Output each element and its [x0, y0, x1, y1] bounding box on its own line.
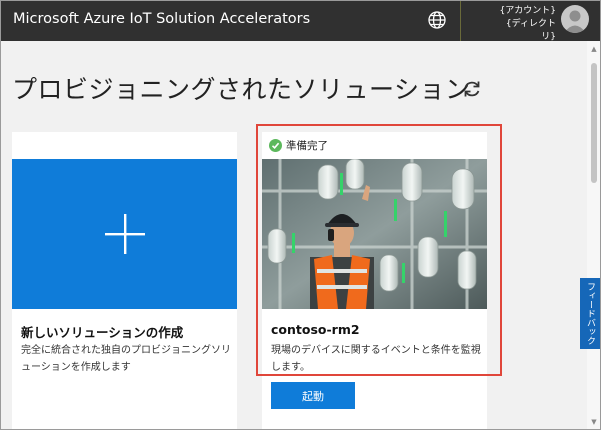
feedback-label: フィードバック: [585, 282, 595, 345]
scroll-down-arrow-icon[interactable]: ▼: [590, 418, 598, 426]
directory-name: {ディレクトリ}: [505, 19, 556, 42]
refresh-icon[interactable]: [461, 78, 483, 100]
header-divider: [460, 0, 461, 41]
status-label: 準備完了: [286, 140, 328, 152]
scroll-up-arrow-icon[interactable]: ▲: [590, 45, 598, 53]
create-solution-title: 新しいソリューションの作成: [21, 325, 184, 340]
account-name: {アカウント}: [499, 6, 556, 16]
account-menu[interactable]: {アカウント} {ディレクトリ}: [494, 5, 556, 44]
globe-icon[interactable]: [425, 8, 449, 32]
create-solution-description: 完全に統合された独自のプロビジョニングソリューションを作成します: [21, 345, 231, 373]
create-solution-tile[interactable]: [12, 159, 237, 309]
solution-card[interactable]: 準備完了 contoso-rm2 現場のデバイスに関するイベントと条件を監視しま…: [262, 132, 487, 430]
user-avatar-icon[interactable]: [561, 5, 589, 33]
worker-in-factory-image[interactable]: [262, 159, 487, 309]
top-bar: Microsoft Azure IoT Solution Accelerator…: [0, 0, 601, 44]
scroll-thumb[interactable]: [591, 63, 597, 183]
launch-button[interactable]: 起動: [271, 382, 355, 409]
plus-icon: [104, 214, 145, 254]
page-title: プロビジョニングされたソリューション: [12, 75, 471, 104]
feedback-button[interactable]: フィードバック: [580, 278, 601, 349]
create-solution-card[interactable]: 新しいソリューションの作成 完全に統合された独自のプロビジョニングソリューション…: [12, 132, 237, 430]
scrollbar[interactable]: ▲ ▼: [587, 41, 601, 430]
solution-name: contoso-rm2: [271, 322, 360, 337]
solution-description: 現場のデバイスに関するイベントと条件を監視します。: [271, 345, 481, 373]
app-title[interactable]: Microsoft Azure IoT Solution Accelerator…: [13, 11, 310, 27]
solution-status: 準備完了: [269, 138, 328, 153]
check-circle-icon: [269, 139, 282, 152]
